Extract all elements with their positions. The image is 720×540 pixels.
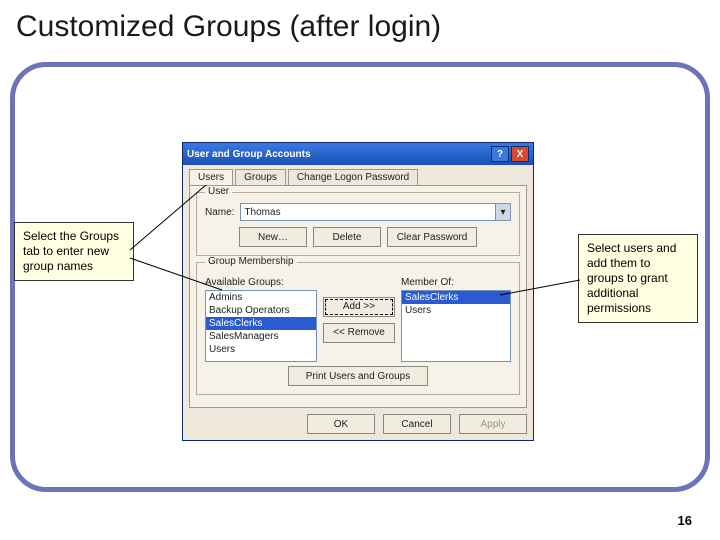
name-label: Name: [205, 207, 234, 218]
list-item[interactable]: Users [206, 343, 316, 356]
new-button[interactable]: New… [239, 227, 307, 247]
tab-body-users: User Name: Thomas ▾ New… Delete Clear Pa… [189, 185, 527, 408]
page-number: 16 [678, 513, 692, 528]
membership-legend: Group Membership [205, 256, 297, 267]
dialog-titlebar[interactable]: User and Group Accounts ? X [183, 143, 533, 165]
tab-users[interactable]: Users [189, 169, 233, 185]
tab-groups[interactable]: Groups [235, 169, 286, 185]
dialog-title: User and Group Accounts [187, 149, 489, 160]
name-combobox[interactable]: Thomas ▾ [240, 203, 511, 221]
ok-button[interactable]: OK [307, 414, 375, 434]
tab-strip: Users Groups Change Logon Password [183, 165, 533, 185]
tab-change-password[interactable]: Change Logon Password [288, 169, 418, 185]
user-fieldset: User Name: Thomas ▾ New… Delete Clear Pa… [196, 192, 520, 256]
print-users-groups-button[interactable]: Print Users and Groups [288, 366, 428, 386]
remove-button[interactable]: << Remove [323, 323, 395, 343]
apply-button[interactable]: Apply [459, 414, 527, 434]
slide-title: Customized Groups (after login) [16, 10, 441, 44]
help-button[interactable]: ? [491, 146, 509, 162]
group-membership-fieldset: Group Membership Available Groups: Admin… [196, 262, 520, 395]
list-item[interactable]: SalesClerks [402, 291, 510, 304]
name-value: Thomas [244, 207, 280, 218]
chevron-down-icon[interactable]: ▾ [495, 204, 510, 220]
list-item[interactable]: SalesClerks [206, 317, 316, 330]
delete-button[interactable]: Delete [313, 227, 381, 247]
available-groups-listbox[interactable]: Admins Backup Operators SalesClerks Sale… [205, 290, 317, 362]
callout-left: Select the Groups tab to enter new group… [14, 222, 134, 281]
available-groups-label: Available Groups: [205, 277, 317, 288]
list-item[interactable]: Admins [206, 291, 316, 304]
list-item[interactable]: Backup Operators [206, 304, 316, 317]
list-item[interactable]: SalesManagers [206, 330, 316, 343]
cancel-button[interactable]: Cancel [383, 414, 451, 434]
add-button[interactable]: Add >> [323, 297, 395, 317]
clear-password-button[interactable]: Clear Password [387, 227, 477, 247]
memberof-listbox[interactable]: SalesClerks Users [401, 290, 511, 362]
dialog-user-group-accounts: User and Group Accounts ? X Users Groups… [182, 142, 534, 441]
close-button[interactable]: X [511, 146, 529, 162]
user-legend: User [205, 186, 232, 197]
list-item[interactable]: Users [402, 304, 510, 317]
callout-right: Select users and add them to groups to g… [578, 234, 698, 323]
memberof-label: Member Of: [401, 277, 511, 288]
